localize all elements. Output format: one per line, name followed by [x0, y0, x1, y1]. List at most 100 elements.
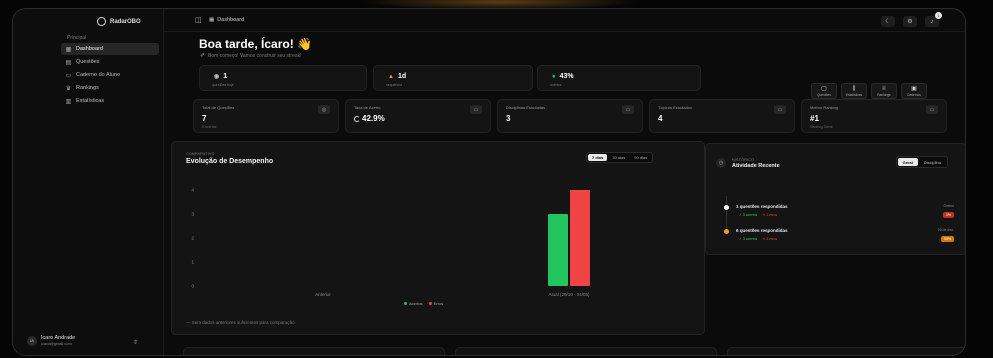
y-tick-label: 0	[191, 284, 194, 289]
sidebar: RadarOBO Principal ▦ Dashboard ▤ Questões ▭ C…	[13, 9, 164, 355]
mini-stat-label: questões hoje	[212, 83, 234, 87]
sidebar-item-label: Questões	[76, 59, 100, 65]
mini-stat-value-row: ▲ 1d	[388, 73, 406, 80]
performance-card: COMPARATIVO Evolução de Desempenho 7 dia…	[171, 141, 705, 335]
activity-filter-toggle: Geral Disciplina	[895, 156, 948, 168]
activity-filter-option[interactable]: Disciplina	[919, 158, 946, 166]
moon-icon: ☾	[885, 19, 891, 25]
topbar: ◫ ▦ Dashboard ☾ ⚙ ♪ 1	[163, 9, 965, 32]
questions-icon: ▢	[821, 86, 827, 92]
stat-value-row: 4	[658, 114, 662, 123]
correct-text: 3 acertos	[742, 237, 758, 241]
quick-action-label: Questões	[817, 93, 831, 97]
theme-toggle-button[interactable]: ☾	[881, 16, 895, 27]
bar-erros	[570, 190, 590, 286]
user-menu-icon[interactable]: ⇕	[133, 339, 138, 346]
notebook-icon: ▭	[65, 72, 72, 79]
mini-stat-value-row: ● 43%	[552, 73, 574, 80]
activity-item-percent: 50%	[940, 236, 954, 242]
activity-item-title: 6 questões respondidas	[736, 228, 788, 233]
sidebar-item-0[interactable]: ▦ Dashboard	[61, 43, 159, 55]
x-tick-label: Anterior	[315, 292, 331, 297]
mini-stat-card: ▲ 1d sequência	[373, 65, 533, 91]
file-icon: ▤	[65, 59, 72, 66]
wrong-count: ✕ 3 erros	[762, 237, 778, 241]
range-option[interactable]: 30 dias	[608, 154, 629, 161]
y-tick-label: 3	[191, 212, 194, 217]
mini-stat-value: 1	[223, 73, 228, 80]
brand[interactable]: RadarOBO	[97, 17, 141, 26]
sidebar-item-label: Rankings	[76, 85, 99, 91]
avatar: IA	[27, 335, 37, 346]
sidebar-item-label: Caderno do Aluno	[76, 72, 121, 78]
activity-item-date: Ontem	[943, 204, 954, 208]
quick-action-label: Cadernos	[907, 93, 921, 97]
mini-stat-value: 43%	[559, 73, 574, 80]
brand-logo-icon	[97, 17, 106, 26]
range-option[interactable]: 7 dias	[588, 154, 608, 161]
bar-acertos	[548, 214, 568, 286]
legend-label: Erros	[433, 301, 444, 306]
flame-icon: ▲	[388, 73, 394, 80]
y-tick-label: 4	[191, 188, 194, 193]
activity-filter-option[interactable]: Geral	[897, 158, 918, 166]
stat-value: #1	[810, 114, 819, 123]
activity-overline: HISTÓRICO	[732, 158, 755, 162]
y-tick-label: 1	[191, 260, 194, 265]
legend-item: Erros	[428, 301, 444, 306]
stat-value: 42.9%	[362, 114, 385, 123]
quick-action-2[interactable]: ♕ Rankings	[871, 83, 897, 99]
quick-action-label: Estatísticas	[845, 93, 863, 97]
activity-item-meta: ✓ 3 acertos ✕ 3 erros	[739, 237, 777, 241]
range-option[interactable]: 90 dias	[630, 154, 651, 161]
stat-value-row: 42.9%	[354, 114, 385, 123]
quick-action-0[interactable]: ▢ Questões	[811, 83, 837, 99]
correct-count: ✓ 0 acertos	[739, 213, 758, 217]
greeting-subtitle: Bom começo! Vamos construir seu streak!	[208, 53, 302, 59]
ranking-icon: ♕	[881, 86, 887, 92]
brand-name: RadarOBO	[110, 18, 141, 25]
range-selector: 7 dias 30 dias 90 dias	[586, 152, 654, 163]
bell-icon: ♪	[930, 18, 934, 25]
quick-action-3[interactable]: ▣ Cadernos	[901, 83, 927, 99]
notifications-button[interactable]: ♪ 1	[925, 12, 942, 27]
check-icon: ●	[552, 73, 556, 80]
bottom-card-3	[727, 347, 965, 355]
timeline-line	[726, 196, 727, 228]
stat-card: Total de Questões ◎ 7 8 acertos	[193, 99, 339, 133]
bar-chart-icon: ▥	[65, 98, 72, 105]
user-profile[interactable]: IA Icaro Andrade icaro@gmail.com	[27, 335, 75, 346]
sidebar-item-4[interactable]: ▥ Estatísticas	[61, 95, 159, 107]
stat-value-row: 3	[506, 114, 510, 123]
sparkle-icon: ✐	[200, 53, 206, 59]
stat-icon: ▭	[774, 105, 786, 114]
correct-count: ✓ 3 acertos	[739, 237, 758, 241]
history-icon: ◷	[716, 158, 726, 168]
stat-label: Disciplinas Estudadas	[506, 105, 546, 110]
sidebar-item-3[interactable]: ♛ Rankings	[61, 82, 159, 94]
legend-swatch	[404, 302, 407, 305]
stat-value: 4	[658, 114, 663, 123]
stat-label: Taxa de Acerto	[354, 105, 381, 110]
mini-stat-label: sequência	[386, 83, 402, 87]
x-tick-label: Atual (29/10 - 04/05)	[548, 292, 590, 297]
bottom-card-1	[183, 347, 445, 355]
app-window: RadarOBO Principal ▦ Dashboard ▤ Questões ▭ C…	[12, 8, 966, 356]
activity-title: Atividade Recente	[732, 163, 780, 169]
sidebar-item-1[interactable]: ▤ Questões	[61, 56, 159, 68]
breadcrumb: ▦ Dashboard	[209, 17, 244, 23]
breadcrumb-current[interactable]: Dashboard	[217, 17, 244, 23]
progress-ring-icon	[354, 115, 360, 122]
mini-stat-card: ● 43% acertos	[537, 65, 701, 91]
mini-stat-label: acertos	[550, 83, 562, 87]
quick-action-1[interactable]: ⫼ Estatísticas	[841, 83, 867, 99]
settings-button[interactable]: ⚙	[903, 16, 917, 27]
performance-overline: COMPARATIVO	[186, 152, 215, 156]
sidebar-toggle-icon[interactable]: ◫	[195, 16, 202, 24]
sidebar-item-2[interactable]: ▭ Caderno do Aluno	[61, 69, 159, 81]
y-tick-label: 2	[191, 236, 194, 241]
page-title: Boa tarde, Ícaro! 👋	[199, 37, 312, 51]
wrong-text: 1 erros	[766, 213, 778, 217]
wrong-count: ✕ 1 erros	[762, 213, 778, 217]
stat-icon: ▭	[622, 105, 634, 114]
